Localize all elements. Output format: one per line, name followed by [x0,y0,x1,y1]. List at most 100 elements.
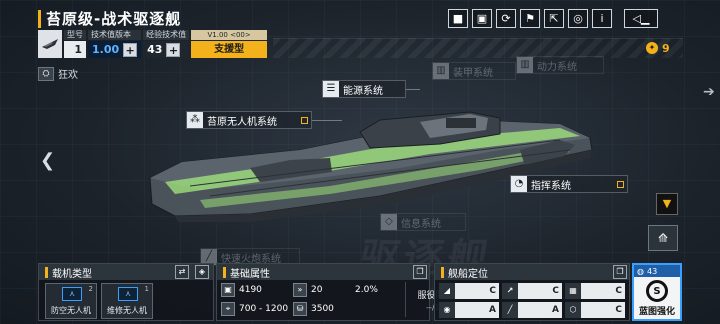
info-system-icon: ◇ [381,214,397,230]
blueprint-enhance-button[interactable]: ◍ 43 S 蓝图强化 [632,263,682,321]
swap-icon[interactable]: ⇄ [175,265,189,279]
aircraft-count: 1 [144,285,149,293]
system-power-label: 动力系统 [537,61,577,73]
aircraft-label: 防空无人机 [51,306,91,315]
system-energy-label: 能源系统 [343,85,383,97]
exp-tech-adjust-button[interactable]: + [166,42,181,57]
collapse-arrow-icon[interactable]: ➔ [703,84,715,100]
system-armor-label: 装甲系统 [453,67,493,79]
position-grade: C [615,286,622,296]
model-value: 1 [64,41,86,58]
cost-value: 3500 [311,304,334,314]
ship-position-panel: 舰船定位 ❐ ◢ C ↗ C ▦ C ◉ A ╱ A ⬡ C [434,263,630,321]
type-block: V1.00 <00> 支援型 [191,30,268,58]
system-info[interactable]: ◇ 信息系统 [380,213,466,231]
aircraft-type-title: 载机类型 [52,268,92,280]
position-grade: A [552,305,559,315]
cost-attribute: ⛁ 3500 [293,301,355,317]
refresh-icon[interactable]: ⟳ [496,9,516,28]
version-tag: V1.00 <00> [191,30,268,40]
role-icon: ↗ [502,283,518,299]
range-icon: ⌖ [221,302,235,316]
system-drone[interactable]: ⁂ 苔原无人机系统 [186,111,312,129]
previous-ship-chevron-icon[interactable]: ❮ [40,150,55,171]
range-attribute: ⌖ 700 - 1200 [221,301,293,317]
tag-label: 狂欢 [58,70,78,81]
drone-marker [301,116,308,124]
ship-type-value: 支援型 [191,41,268,58]
ship-tag: ⛭ 狂欢 [38,66,78,81]
position-cell: ▦ C [565,283,625,299]
blueprint-label: 蓝图强化 [638,307,675,317]
base-attributes-panel: 基础属性 ❐ ▣ 4190 » 20 2.0% 服役限制 --/10 ⌖ 700… [216,263,454,321]
image-icon[interactable]: ▣ [472,9,492,28]
resource-count: 9 [662,41,670,55]
range-value: 700 - 1200 [239,304,289,314]
role-icon: ◉ [439,302,455,318]
energy-leader-line [406,89,420,90]
position-header-accent [441,266,444,278]
filter-icon[interactable]: ◈ [195,265,209,279]
role-icon: ◢ [439,283,455,299]
hp-attribute: ▣ 4190 [221,282,293,298]
attributes-grid: ▣ 4190 » 20 2.0% 服役限制 --/10 ⌖ 700 - 1200… [217,280,454,319]
armor-icon: ▥ [433,63,449,79]
base-attributes-title: 基础属性 [230,268,270,280]
export-icon[interactable]: ⇱ [544,9,564,28]
position-grade: C [489,286,496,296]
aircraft-header-accent [45,266,48,278]
skill-upgrade-icon[interactable]: ⟰ [648,225,678,251]
exp-tech-value: 43 [147,43,163,56]
tech-version-adjust-button[interactable]: + [123,42,138,57]
percent-attribute: 2.0% [355,282,405,298]
info-icon[interactable]: i [592,9,612,28]
tag-icon: ⛭ [38,66,54,81]
blueprint-count: 43 [646,266,658,276]
drone-icon: ⁂ [187,112,203,128]
model-label: 型号 [64,30,86,40]
system-power[interactable]: ▥ 动力系统 [516,56,604,74]
blueprint-icon-text: S [653,285,661,297]
role-icon: ⬡ [565,302,581,318]
scan-icon[interactable]: ◎ [568,9,588,28]
base-attributes-header: 基础属性 ❐ [217,264,429,280]
position-grade: C [615,305,622,315]
position-grade: A [489,305,496,315]
tech-version-label: 技术值版本 [88,30,142,40]
hp-value: 4190 [239,285,262,295]
dropdown-toggle-icon[interactable]: ▼ [656,193,678,215]
position-cell: ◢ C [439,283,499,299]
system-info-label: 信息系统 [401,218,441,230]
hp-icon: ▣ [221,283,235,297]
aircraft-list: 2 ⋏ 防空无人机 1 ⋏ 维修无人机 [39,280,213,322]
ship-class-icon [38,30,62,58]
power-icon: ▥ [517,57,533,73]
model-block: 型号 1 [64,30,86,58]
system-command-label: 指挥系统 [531,180,571,192]
aircraft-count: 2 [88,285,93,293]
drone-leader-line [312,120,342,121]
aircraft-type-header: 载机类型 ⇄ ◈ [39,264,213,280]
tech-version-value: 1.00 [92,43,120,56]
share-icon[interactable]: ⚑ [520,9,540,28]
system-command[interactable]: ◔ 指挥系统 [510,175,628,193]
blueprint-count-bar: ◍ 43 [634,265,680,277]
aircraft-item[interactable]: 2 ⋏ 防空无人机 [45,283,97,319]
back-icon[interactable]: ◁▁ [624,9,658,28]
position-cell: ↗ C [502,283,562,299]
top-toolbar: ■ ▣ ⟳ ⚑ ⇱ ◎ i ◁▁ [448,9,658,28]
video-icon[interactable]: ■ [448,9,468,28]
system-energy[interactable]: ☰ 能源系统 [322,80,406,98]
position-grade: C [552,286,559,296]
exp-tech-field: 43 + [143,41,190,58]
expand-icon[interactable]: ❐ [413,265,427,279]
position-expand-icon[interactable]: ❐ [613,265,627,279]
ship-title: 苔原级-战术驱逐舰 [46,10,182,28]
position-cell: ⬡ C [565,302,625,318]
percent-value: 2.0% [355,285,378,295]
resource-icon: ✦ [646,42,658,54]
speed-attribute: » 20 [293,282,355,298]
aircraft-item[interactable]: 1 ⋏ 维修无人机 [101,283,153,319]
ship-info-row: 型号 1 技术值版本 1.00 + 经验技术值 43 + V1.00 <00> … [38,30,683,58]
system-armor[interactable]: ▥ 装甲系统 [432,62,516,80]
